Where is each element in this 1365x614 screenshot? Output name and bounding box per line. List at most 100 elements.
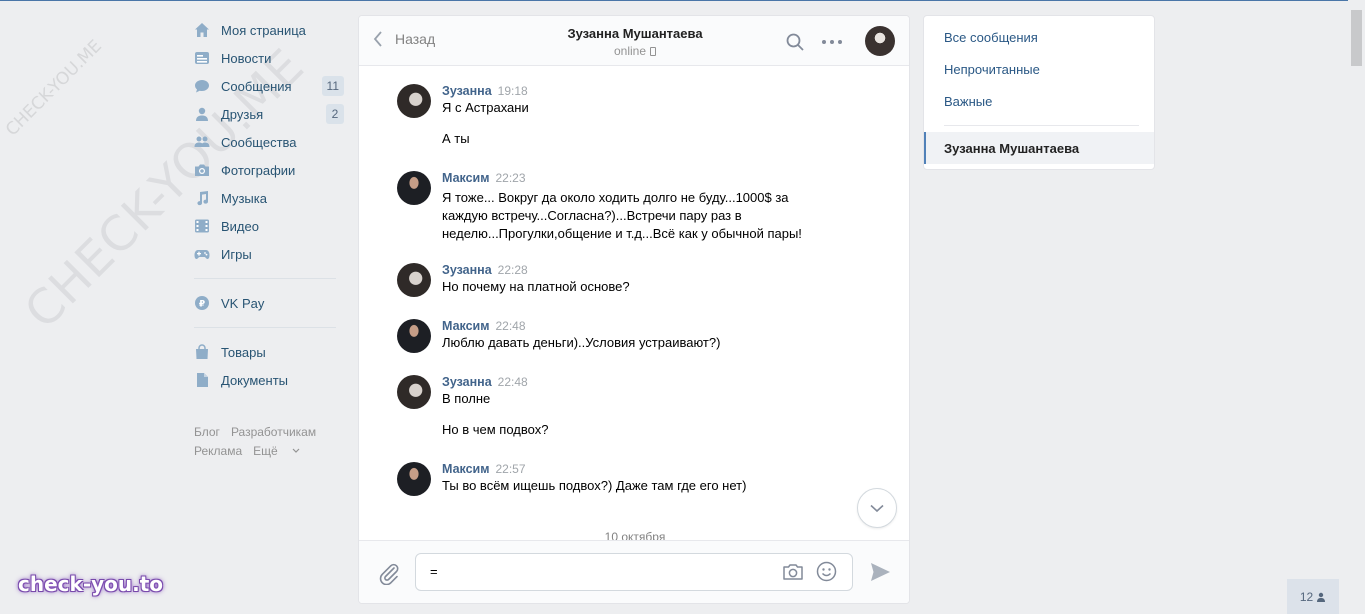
bag-icon <box>194 344 210 360</box>
filter-unread[interactable]: Непрочитанные <box>944 62 1040 77</box>
gamepad-icon <box>194 246 210 262</box>
message-author[interactable]: Максим 22:48 <box>442 319 526 333</box>
top-accent-line <box>0 0 1365 1</box>
friends-count-badge: 2 <box>326 104 344 124</box>
phone-icon <box>650 47 657 56</box>
music-icon <box>194 190 210 206</box>
nav-separator <box>194 327 336 328</box>
nav-item-messages[interactable]: Сообщения 11 <box>188 72 344 100</box>
filter-all-messages[interactable]: Все сообщения <box>944 30 1038 45</box>
page-scrollbar[interactable] <box>1348 0 1365 614</box>
message-text: Но в чем подвох? <box>442 422 549 437</box>
message-author[interactable]: Зузанна 22:28 <box>442 263 528 277</box>
active-dialog-item[interactable]: Зузанна Мушантаева <box>924 132 1154 164</box>
avatar[interactable] <box>397 462 431 496</box>
nav-label: Музыка <box>221 190 267 206</box>
message-author[interactable]: Зузанна 22:48 <box>442 375 528 389</box>
avatar[interactable] <box>397 319 431 353</box>
groups-icon <box>194 134 210 150</box>
message-text: каждую встречу...Согласна?)...Встречи па… <box>442 208 742 223</box>
date-separator: 10 октября <box>604 530 666 540</box>
nav-item-video[interactable]: Видео <box>188 212 344 240</box>
smile-icon[interactable] <box>816 561 837 582</box>
chevron-down-icon <box>870 504 884 512</box>
nav-label: VK Pay <box>221 295 265 311</box>
filter-separator <box>944 125 1139 126</box>
nav-item-games[interactable]: Игры <box>188 240 344 268</box>
footer-link-blog[interactable]: Блог <box>194 425 220 439</box>
nav-label: Фотографии <box>221 162 296 178</box>
avatar[interactable] <box>865 26 895 56</box>
search-icon[interactable] <box>785 32 805 52</box>
message-time: 22:48 <box>495 319 526 333</box>
messages-count-badge: 11 <box>321 76 344 96</box>
nav-item-news[interactable]: Новости <box>188 44 344 72</box>
news-icon <box>194 50 210 66</box>
left-navigation: Моя страница Новости Сообщения 11 Друзья… <box>188 16 344 394</box>
nav-item-my-page[interactable]: Моя страница <box>188 16 344 44</box>
svg-text:₽: ₽ <box>199 300 205 310</box>
nav-item-documents[interactable]: Документы <box>188 366 344 394</box>
message-author[interactable]: Зузанна 19:18 <box>442 84 528 98</box>
nav-item-goods[interactable]: Товары <box>188 338 344 366</box>
message-text: В полне <box>442 391 491 406</box>
nav-label: Друзья <box>221 106 264 122</box>
nav-separator <box>194 278 336 279</box>
message-input-text: = <box>430 564 438 579</box>
message-author[interactable]: Максим 22:57 <box>442 462 526 476</box>
nav-item-friends[interactable]: Друзья 2 <box>188 100 344 128</box>
avatar[interactable] <box>397 263 431 297</box>
nav-item-photos[interactable]: Фотографии <box>188 156 344 184</box>
nav-label: Игры <box>221 246 252 262</box>
message-text: Я тоже... Вокруг да около ходить долго н… <box>442 190 789 205</box>
chat-panel: Назад Зузанна Мушантаева online Зузанна 1… <box>358 15 910 604</box>
nav-item-groups[interactable]: Сообщества <box>188 128 344 156</box>
message-text: Люблю давать деньги)..Условия устраивают… <box>442 335 721 350</box>
vkpay-icon: ₽ <box>194 295 210 311</box>
footer-link-developers[interactable]: Разработчикам <box>231 425 316 439</box>
more-icon[interactable] <box>821 32 843 52</box>
video-icon <box>194 218 210 234</box>
paperclip-icon[interactable] <box>377 561 401 585</box>
nav-label: Новости <box>221 50 272 66</box>
document-icon <box>194 372 210 388</box>
chevron-down-icon <box>292 448 300 453</box>
message-time: 22:48 <box>497 375 528 389</box>
footer-link-ads[interactable]: Реклама <box>194 444 242 458</box>
messages-filter-panel: Все сообщения Непрочитанные Важные Зузан… <box>923 15 1155 170</box>
scroll-down-button[interactable] <box>857 488 897 528</box>
nav-label: Сообщения <box>221 78 292 94</box>
message-author[interactable]: Максим 22:23 <box>442 171 526 185</box>
friends-icon <box>194 106 210 122</box>
scrollbar-thumb[interactable] <box>1351 10 1362 66</box>
message-input[interactable]: = <box>415 553 853 591</box>
message-text: Я с Астрахани <box>442 100 529 115</box>
filter-important[interactable]: Важные <box>944 94 992 109</box>
send-icon[interactable] <box>869 561 891 583</box>
footer-link-more[interactable]: Ещё <box>253 444 300 458</box>
footer-links: Блог Разработчикам Реклама Ещё <box>194 423 344 461</box>
message-text: Но почему на платной основе? <box>442 279 630 294</box>
avatar[interactable] <box>397 375 431 409</box>
camera-icon <box>194 162 210 178</box>
message-text: Ты во всём ищешь подвох?) Даже там где е… <box>442 478 747 493</box>
camera-icon[interactable] <box>782 562 804 582</box>
nav-label: Моя страница <box>221 22 306 38</box>
message-composer: = <box>359 540 909 603</box>
message-text: А ты <box>442 131 470 146</box>
message-history: Зузанна 19:18 Я с Астрахани А ты Максим 22… <box>359 67 909 540</box>
nav-label: Документы <box>221 372 289 388</box>
nav-item-music[interactable]: Музыка <box>188 184 344 212</box>
avatar[interactable] <box>397 171 431 205</box>
online-friends-button[interactable]: 12 <box>1287 579 1339 614</box>
home-icon <box>194 22 210 38</box>
message-text: неделю...Прогулки,общение и т.д...Всё ка… <box>442 226 802 241</box>
watermark-badge: check-you.to <box>18 572 164 596</box>
message-time: 19:18 <box>497 84 528 98</box>
nav-label: Видео <box>221 218 259 234</box>
messages-icon <box>194 78 210 94</box>
nav-label: Сообщества <box>221 134 297 150</box>
avatar[interactable] <box>397 84 431 118</box>
person-icon <box>1317 592 1326 602</box>
nav-item-vkpay[interactable]: ₽ VK Pay <box>188 289 344 317</box>
